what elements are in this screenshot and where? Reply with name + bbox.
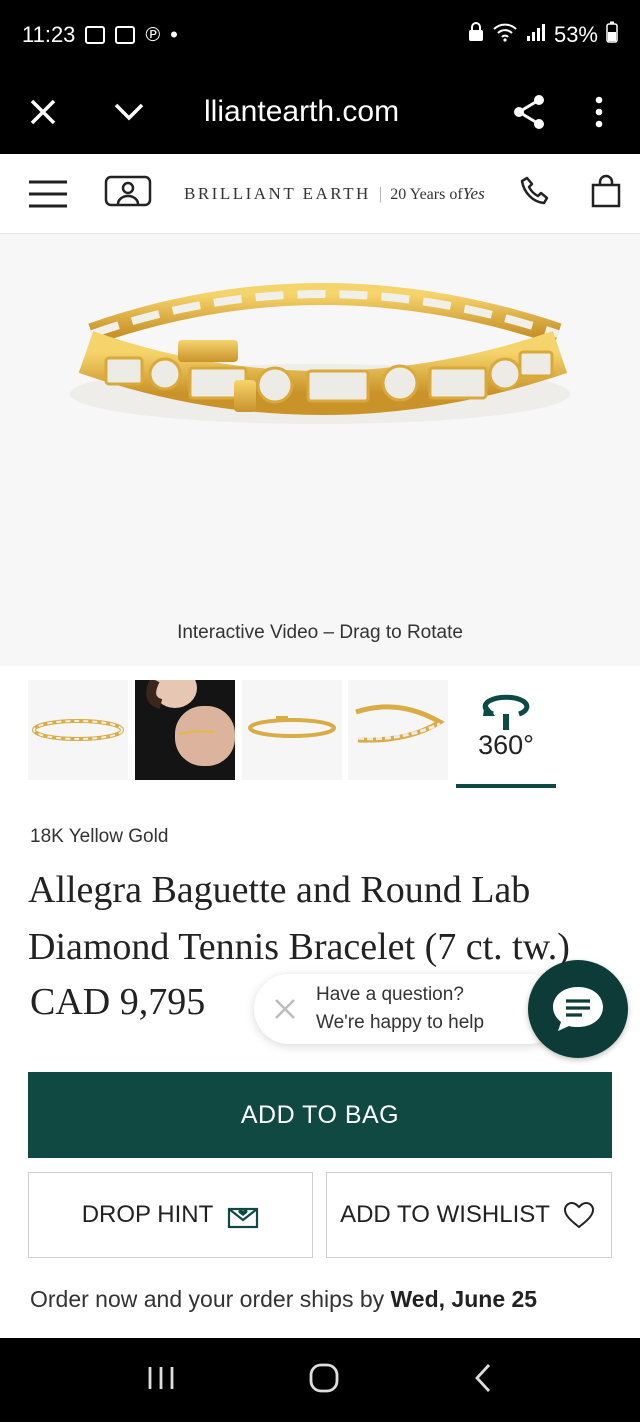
shipping-prefix: Order now and your order ships by: [30, 1286, 385, 1312]
menu-button[interactable]: [28, 178, 68, 210]
thumbnail-3[interactable]: [242, 680, 342, 780]
shipping-info: Order now and your order ships by Wed, J…: [30, 1286, 537, 1313]
home-icon: [309, 1363, 339, 1392]
wifi-icon: [492, 22, 518, 48]
phone-icon: [520, 176, 548, 205]
gallery-icon: [85, 26, 106, 44]
more-options-button[interactable]: [564, 70, 634, 154]
browser-toolbar: lliantearth.com: [0, 70, 640, 154]
status-time: 11:23: [22, 22, 76, 47]
rotate-360-icon: [482, 694, 530, 730]
video-call-icon: [115, 26, 136, 44]
metal-type: 18K Yellow Gold: [30, 826, 169, 847]
share-icon: [514, 95, 544, 129]
chat-prompt-line2: We're happy to help: [316, 1012, 485, 1033]
brand-name: BRILLIANT EARTH: [184, 183, 371, 203]
chat-bubble-icon: [553, 987, 603, 1031]
recent-apps-button[interactable]: [147, 1365, 175, 1396]
active-indicator: [456, 784, 556, 788]
drop-hint-button[interactable]: DROP HINT: [28, 1172, 313, 1258]
shipping-date: Wed, June 25: [390, 1286, 538, 1312]
product-hero-video[interactable]: Interactive Video – Drag to Rotate: [0, 234, 640, 666]
signal-icon: [526, 22, 546, 48]
lock-icon: [468, 22, 484, 48]
battery-icon: [606, 21, 618, 49]
shopping-bag-icon: [591, 174, 620, 208]
thumbnail-2-model[interactable]: [135, 668, 235, 780]
brand-tagline: 20 Years of: [390, 185, 463, 203]
chat-prompt-line1: Have a question?: [316, 984, 464, 1005]
thumbnail-360-view[interactable]: 360°: [456, 680, 556, 788]
add-to-bag-button[interactable]: ADD TO BAG: [28, 1072, 612, 1158]
chat-button[interactable]: [528, 960, 628, 1058]
account-icon: [104, 175, 152, 207]
chevron-down-icon: [114, 103, 144, 121]
back-icon: [475, 1363, 491, 1392]
url-text[interactable]: lliantearth.com: [204, 95, 494, 129]
chat-prompt[interactable]: Have a question? We're happy to help: [254, 974, 564, 1044]
thumbnail-4[interactable]: [348, 680, 448, 780]
share-button[interactable]: [494, 70, 564, 154]
phone-button[interactable]: [519, 175, 551, 212]
close-tab-button[interactable]: [8, 70, 78, 154]
hero-caption: Interactive Video – Drag to Rotate: [177, 622, 463, 643]
add-to-wishlist-label: ADD TO WISHLIST: [340, 1201, 550, 1228]
dismiss-chat-button[interactable]: [254, 974, 316, 1044]
more-vertical-icon: [595, 96, 603, 128]
system-nav-bar: [0, 1338, 640, 1422]
cart-button[interactable]: [591, 174, 621, 213]
close-icon: [275, 999, 295, 1019]
product-title: Allegra Baguette and Round Lab Diamond T…: [28, 869, 570, 968]
home-button[interactable]: [309, 1363, 339, 1398]
expand-button[interactable]: [94, 70, 164, 154]
drop-hint-label: DROP HINT: [81, 1201, 214, 1228]
notification-icon: ℗: [145, 23, 161, 46]
battery-percent: 53%: [553, 22, 598, 47]
envelope-heart-icon: [228, 1207, 259, 1229]
hamburger-icon: [29, 180, 67, 207]
site-header: BRILLIANT EARTH | 20 Years ofYes: [0, 154, 640, 234]
product-price: CAD 9,795: [30, 981, 206, 1023]
heart-icon: [563, 1201, 595, 1229]
close-icon: [30, 99, 56, 125]
view-360-label: 360°: [478, 730, 534, 760]
status-bar: 11:23 ℗ • 53%: [0, 0, 640, 70]
account-button[interactable]: [104, 175, 152, 212]
recent-apps-icon: [148, 1366, 174, 1389]
brand-logo[interactable]: BRILLIANT EARTH | 20 Years ofYes: [184, 184, 485, 204]
dot-icon: •: [170, 22, 178, 47]
brand-tagline-yes: Yes: [462, 183, 485, 203]
back-button[interactable]: [473, 1363, 493, 1398]
add-to-wishlist-button[interactable]: ADD TO WISHLIST: [326, 1172, 612, 1258]
thumbnail-strip: 360°: [28, 668, 628, 790]
bracelet-image: [70, 283, 570, 424]
thumbnail-1[interactable]: [28, 680, 128, 780]
